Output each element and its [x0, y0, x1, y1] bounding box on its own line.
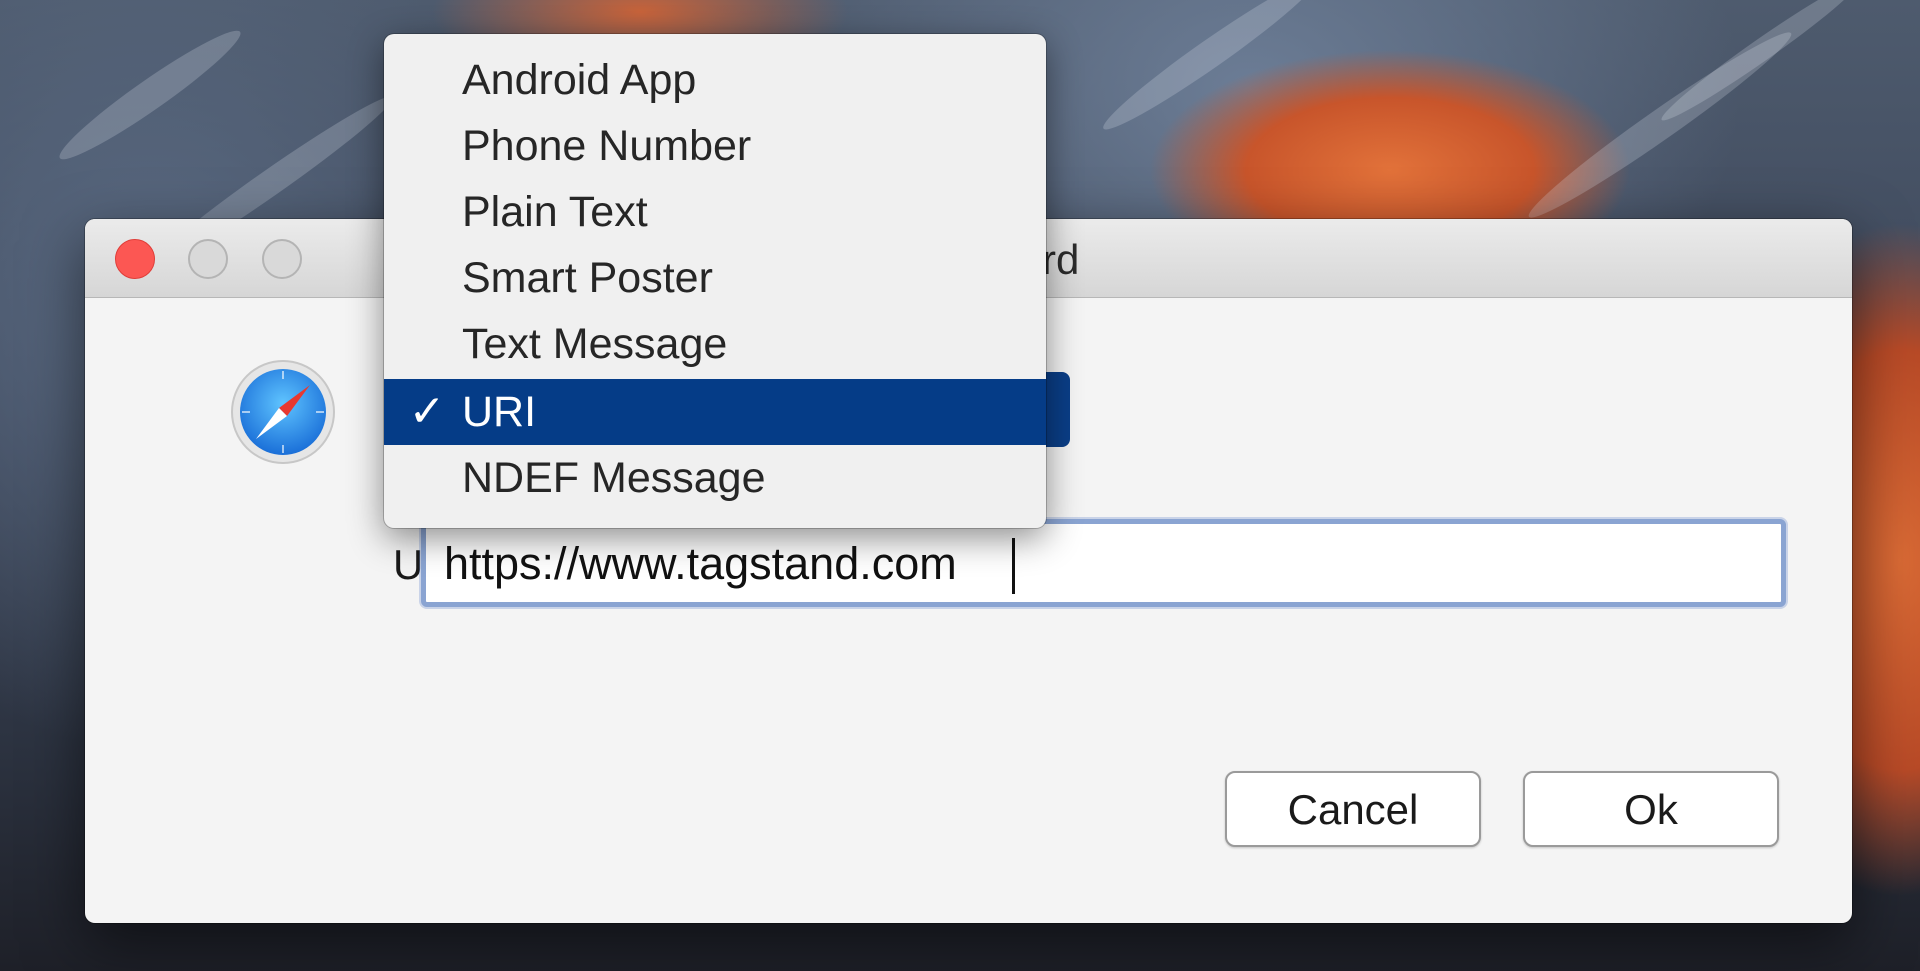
text-caret [1012, 538, 1015, 594]
menu-item-uri[interactable]: ✓ URI [384, 379, 1046, 445]
menu-item-label: Phone Number [462, 122, 752, 170]
menu-item-label: URI [462, 388, 537, 436]
menu-item-label: Smart Poster [462, 254, 713, 302]
safari-compass-icon [231, 360, 335, 464]
uri-input[interactable] [444, 528, 1764, 600]
menu-item-smart-poster[interactable]: Smart Poster [384, 245, 1046, 311]
menu-item-label: Android App [462, 56, 697, 104]
checkmark-icon: ✓ [408, 387, 446, 436]
ok-button[interactable]: Ok [1523, 771, 1779, 847]
menu-item-label: NDEF Message [462, 454, 766, 502]
menu-item-label: Plain Text [462, 188, 648, 236]
record-type-menu: Android App Phone Number Plain Text Smar… [384, 34, 1046, 528]
menu-item-android-app[interactable]: Android App [384, 47, 1046, 113]
uri-input-frame[interactable] [421, 519, 1786, 607]
menu-item-phone-number[interactable]: Phone Number [384, 113, 1046, 179]
menu-item-ndef-message[interactable]: NDEF Message [384, 445, 1046, 511]
menu-item-text-message[interactable]: Text Message [384, 311, 1046, 377]
cancel-button[interactable]: Cancel [1225, 771, 1481, 847]
menu-item-label: Text Message [462, 320, 728, 368]
menu-item-plain-text[interactable]: Plain Text [384, 179, 1046, 245]
